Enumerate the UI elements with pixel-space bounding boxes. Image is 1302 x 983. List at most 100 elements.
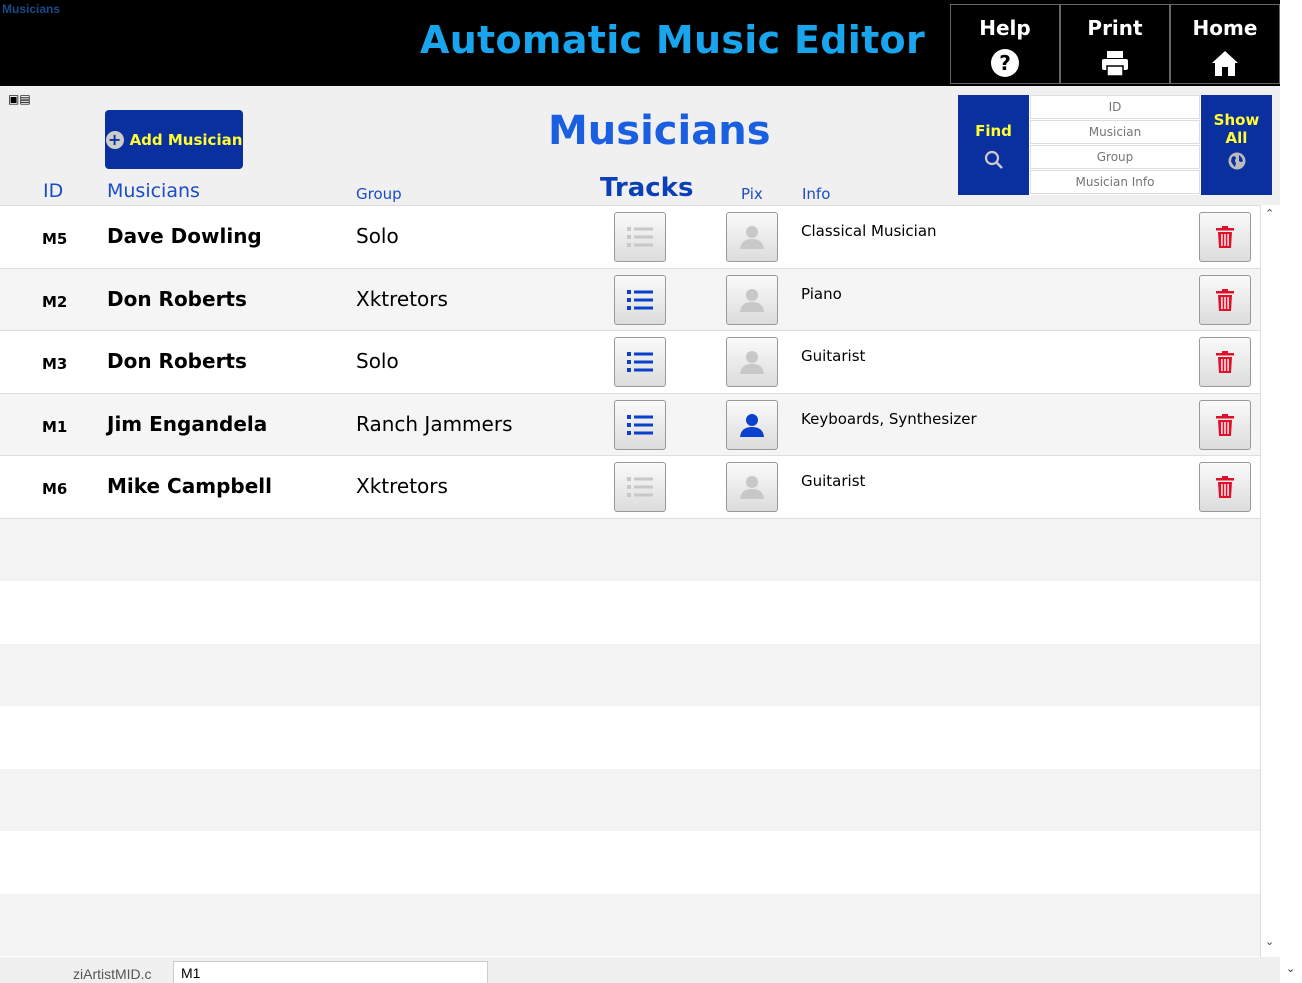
column-header-group: Group	[356, 185, 402, 203]
find-id-input[interactable]	[1030, 95, 1200, 119]
musicians-list: M5 Dave Dowling Solo Classical Musician M2 Do…	[0, 205, 1260, 957]
printer-icon	[1102, 51, 1128, 77]
table-row[interactable]: M2 Don Roberts Xktretors Piano	[0, 268, 1260, 331]
musician-group: Ranch Jammers	[356, 411, 513, 436]
column-header-info: Info	[802, 185, 831, 203]
musician-name: Don Roberts	[107, 349, 247, 373]
print-button[interactable]: Print	[1060, 4, 1170, 84]
tracks-button[interactable]	[614, 462, 666, 512]
person-icon	[740, 476, 764, 499]
scroll-down-icon[interactable]: ⌄	[1265, 935, 1274, 948]
musician-id: M1	[42, 417, 68, 436]
find-musician-info-input[interactable]	[1030, 170, 1200, 194]
add-musician-label: Add Musician	[129, 130, 243, 149]
musician-group: Xktretors	[356, 286, 448, 311]
column-header-pix: Pix	[741, 185, 763, 203]
musician-name: Dave Dowling	[107, 224, 262, 248]
delete-button[interactable]	[1199, 462, 1251, 512]
find-button[interactable]: Find	[958, 95, 1029, 195]
musician-name: Mike Campbell	[107, 474, 272, 498]
person-icon	[740, 351, 764, 374]
table-row[interactable]: M5 Dave Dowling Solo Classical Musician	[0, 206, 1260, 269]
show-all-label: Show All	[1213, 111, 1260, 147]
delete-button[interactable]	[1199, 337, 1251, 387]
pix-button[interactable]	[726, 274, 778, 325]
musician-name: Don Roberts	[107, 286, 247, 311]
empty-row	[0, 581, 1260, 644]
musician-id: M3	[42, 355, 68, 373]
list-icon	[627, 289, 653, 310]
empty-row	[0, 768, 1260, 831]
empty-row	[0, 643, 1260, 706]
footer-field-label: ziArtistMID.c	[73, 966, 152, 982]
pix-button[interactable]	[726, 337, 778, 387]
pix-button[interactable]	[726, 399, 778, 450]
empty-row	[0, 706, 1260, 769]
scroll-up-icon[interactable]: ⌃	[1265, 207, 1274, 220]
page-title: Musicians	[548, 108, 771, 154]
delete-button[interactable]	[1199, 212, 1251, 262]
tracks-button[interactable]	[614, 212, 666, 262]
svg-text:?: ?	[999, 51, 1011, 75]
column-header-id: ID	[43, 180, 64, 202]
print-label: Print	[1087, 16, 1143, 40]
app-title: Automatic Music Editor	[420, 18, 925, 62]
trash-icon	[1216, 476, 1234, 498]
window-scroll-strip: ⌄	[1280, 0, 1302, 983]
find-label: Find	[975, 122, 1012, 140]
musician-info: Guitarist	[801, 472, 866, 490]
plus-icon: +	[105, 130, 124, 149]
column-header-musicians: Musicians	[107, 180, 200, 202]
layout-toggle-icons[interactable]: ▣▤	[8, 92, 31, 106]
list-icon	[627, 352, 653, 372]
musician-group: Xktretors	[356, 474, 448, 498]
tracks-button[interactable]	[614, 337, 666, 387]
delete-button[interactable]	[1199, 274, 1251, 325]
find-group-input[interactable]	[1030, 145, 1200, 169]
table-row[interactable]: M6 Mike Campbell Xktretors Guitarist	[0, 456, 1260, 519]
list-icon	[627, 414, 653, 435]
tracks-button[interactable]	[614, 399, 666, 450]
trash-icon	[1216, 351, 1234, 373]
musician-info: Classical Musician	[801, 222, 937, 240]
column-header-tracks: Tracks	[600, 173, 694, 203]
person-icon	[740, 226, 764, 249]
delete-button[interactable]	[1199, 399, 1251, 450]
trash-icon	[1216, 288, 1234, 311]
musician-info: Piano	[801, 284, 842, 303]
home-label: Home	[1192, 16, 1258, 40]
trash-icon	[1216, 226, 1234, 248]
tracks-button[interactable]	[614, 274, 666, 325]
help-label: Help	[979, 16, 1031, 40]
app-header: Automatic Music Editor Help ? Print Home	[0, 0, 1280, 86]
musician-id: M5	[42, 230, 68, 248]
table-row[interactable]: M1 Jim Engandela Ranch Jammers Keyboards, S…	[0, 393, 1260, 456]
find-musician-input[interactable]	[1030, 120, 1200, 144]
help-button[interactable]: Help ?	[950, 4, 1060, 84]
list-icon	[627, 477, 653, 497]
add-musician-button[interactable]: + Add Musician	[105, 110, 243, 169]
musician-name: Jim Engandela	[107, 411, 268, 436]
musician-info: Keyboards, Synthesizer	[801, 409, 977, 428]
musician-group: Solo	[356, 349, 399, 373]
find-fields	[1029, 95, 1201, 195]
search-icon	[984, 150, 1003, 169]
list-scrollbar[interactable]: ⌃ ⌄	[1260, 205, 1280, 957]
musician-id: M6	[42, 480, 68, 498]
pix-button[interactable]	[726, 212, 778, 262]
list-icon	[627, 227, 653, 247]
table-row[interactable]: M3 Don Roberts Solo Guitarist	[0, 331, 1260, 394]
person-icon	[740, 288, 764, 312]
trash-icon	[1216, 413, 1234, 436]
home-icon	[1212, 51, 1238, 76]
window-label: Musicians	[2, 2, 61, 16]
musician-group: Solo	[356, 224, 399, 248]
empty-row	[0, 893, 1260, 956]
show-all-button[interactable]: Show All	[1201, 95, 1272, 195]
home-button[interactable]: Home	[1170, 4, 1280, 84]
musician-id: M2	[42, 292, 68, 311]
pix-button[interactable]	[726, 462, 778, 512]
person-icon	[740, 413, 764, 437]
artist-id-input[interactable]	[173, 961, 488, 983]
window-scroll-down-icon[interactable]: ⌄	[1286, 962, 1295, 975]
